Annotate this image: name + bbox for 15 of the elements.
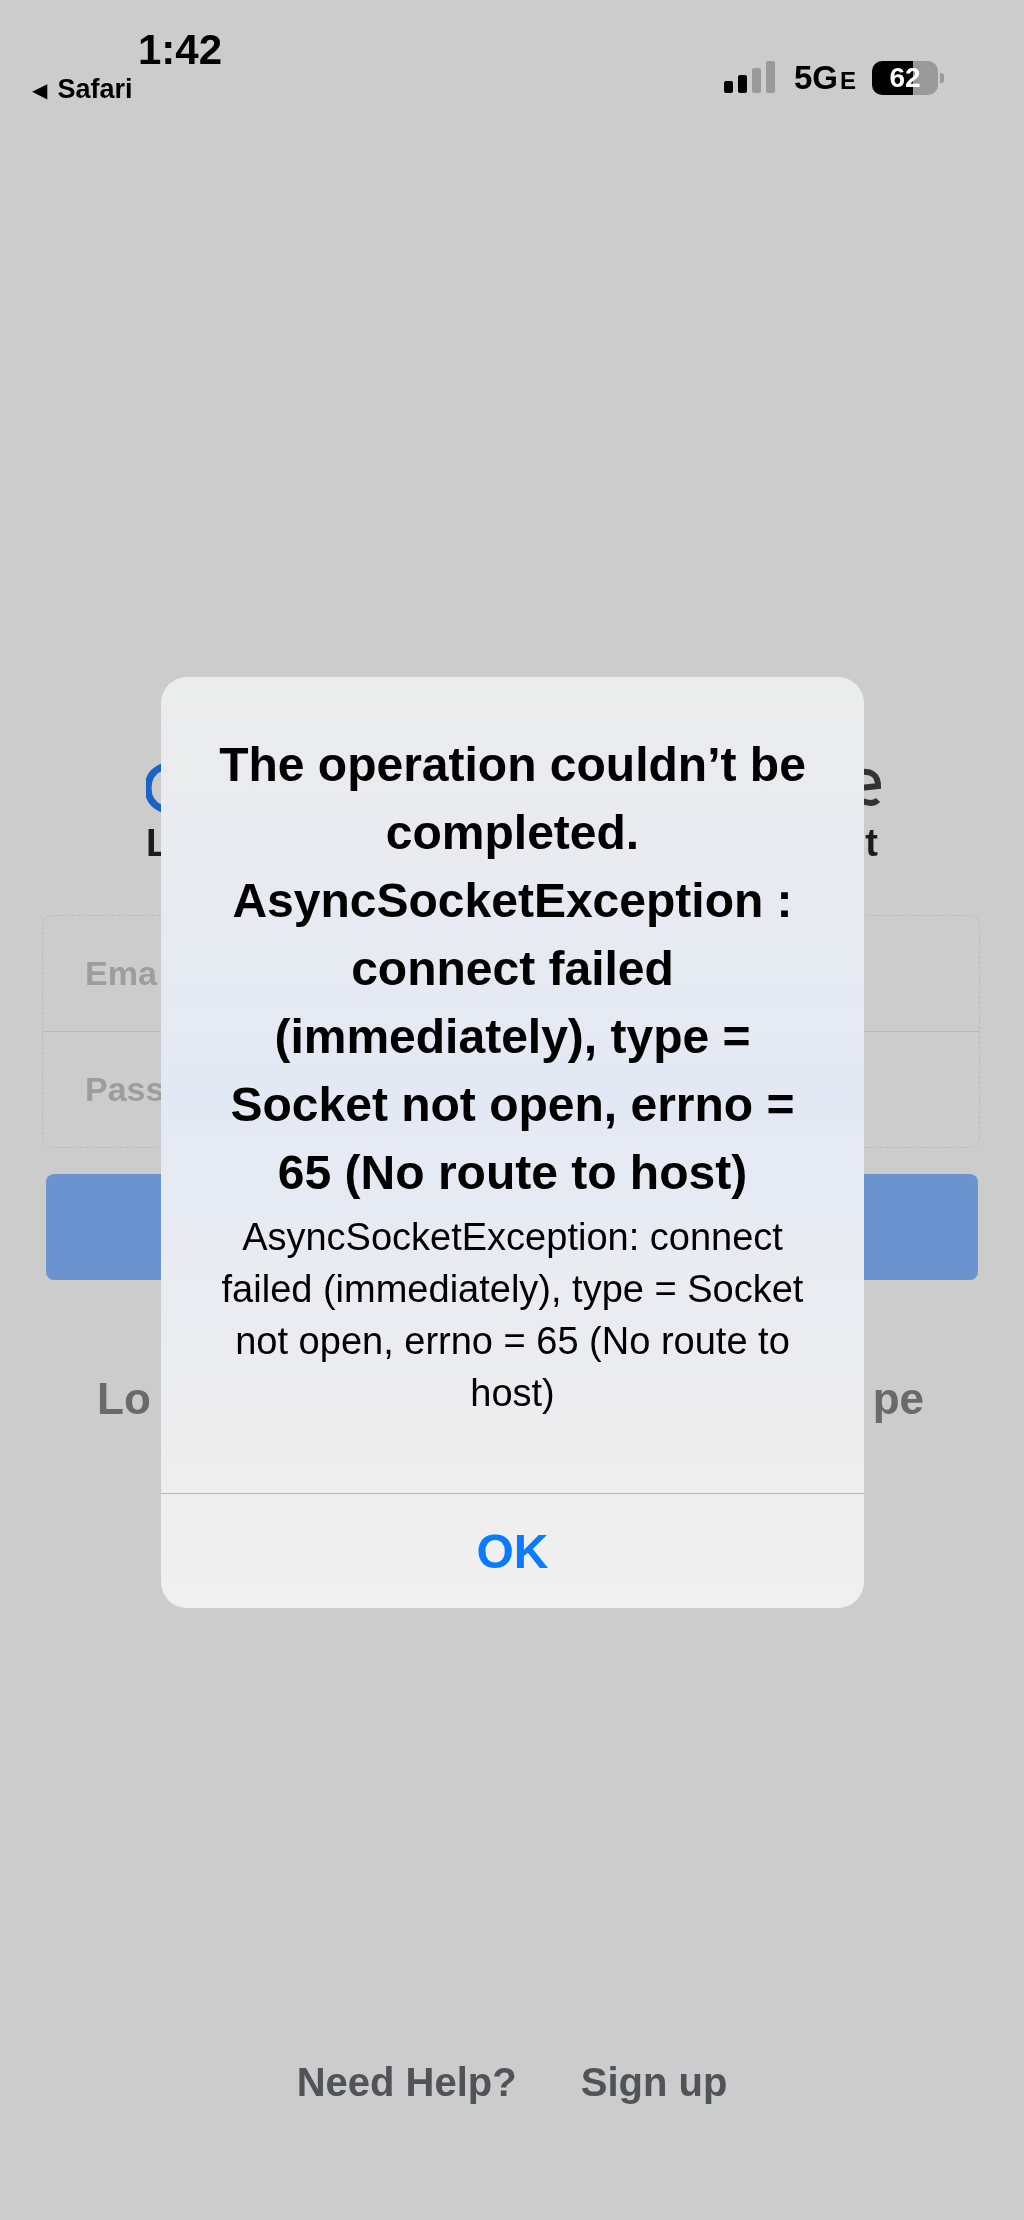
logo-drawing [146,763,162,813]
footer-link[interactable]: Sign up [580,2060,728,2105]
login-option-text: pe [872,1374,924,1424]
alert-title: The operation couldn’t be completed. AsyncSocketException : connect failed (immediately), type = Socket not open, errno = 65 (No route to host) [218,737,807,1201]
network-suffix: E [840,67,856,95]
alert-message: AsyncSocketException: connect failed (immediately), type = Socket not open, errno = 65 (No route to host) [220,1215,805,1416]
subtitle-fragment: t [865,823,878,863]
back-arrow-icon[interactable]: ◀ [32,77,48,102]
signal-icon [723,61,778,95]
network-label: 5G [793,59,838,97]
ok-button[interactable]: OK [161,1494,864,1608]
footer-link[interactable]: Need Help? [296,2060,517,2105]
status-time: 1:42 [138,28,223,73]
login-option-text: Lo [97,1374,151,1424]
back-to-app-link[interactable]: Safari [57,74,133,106]
